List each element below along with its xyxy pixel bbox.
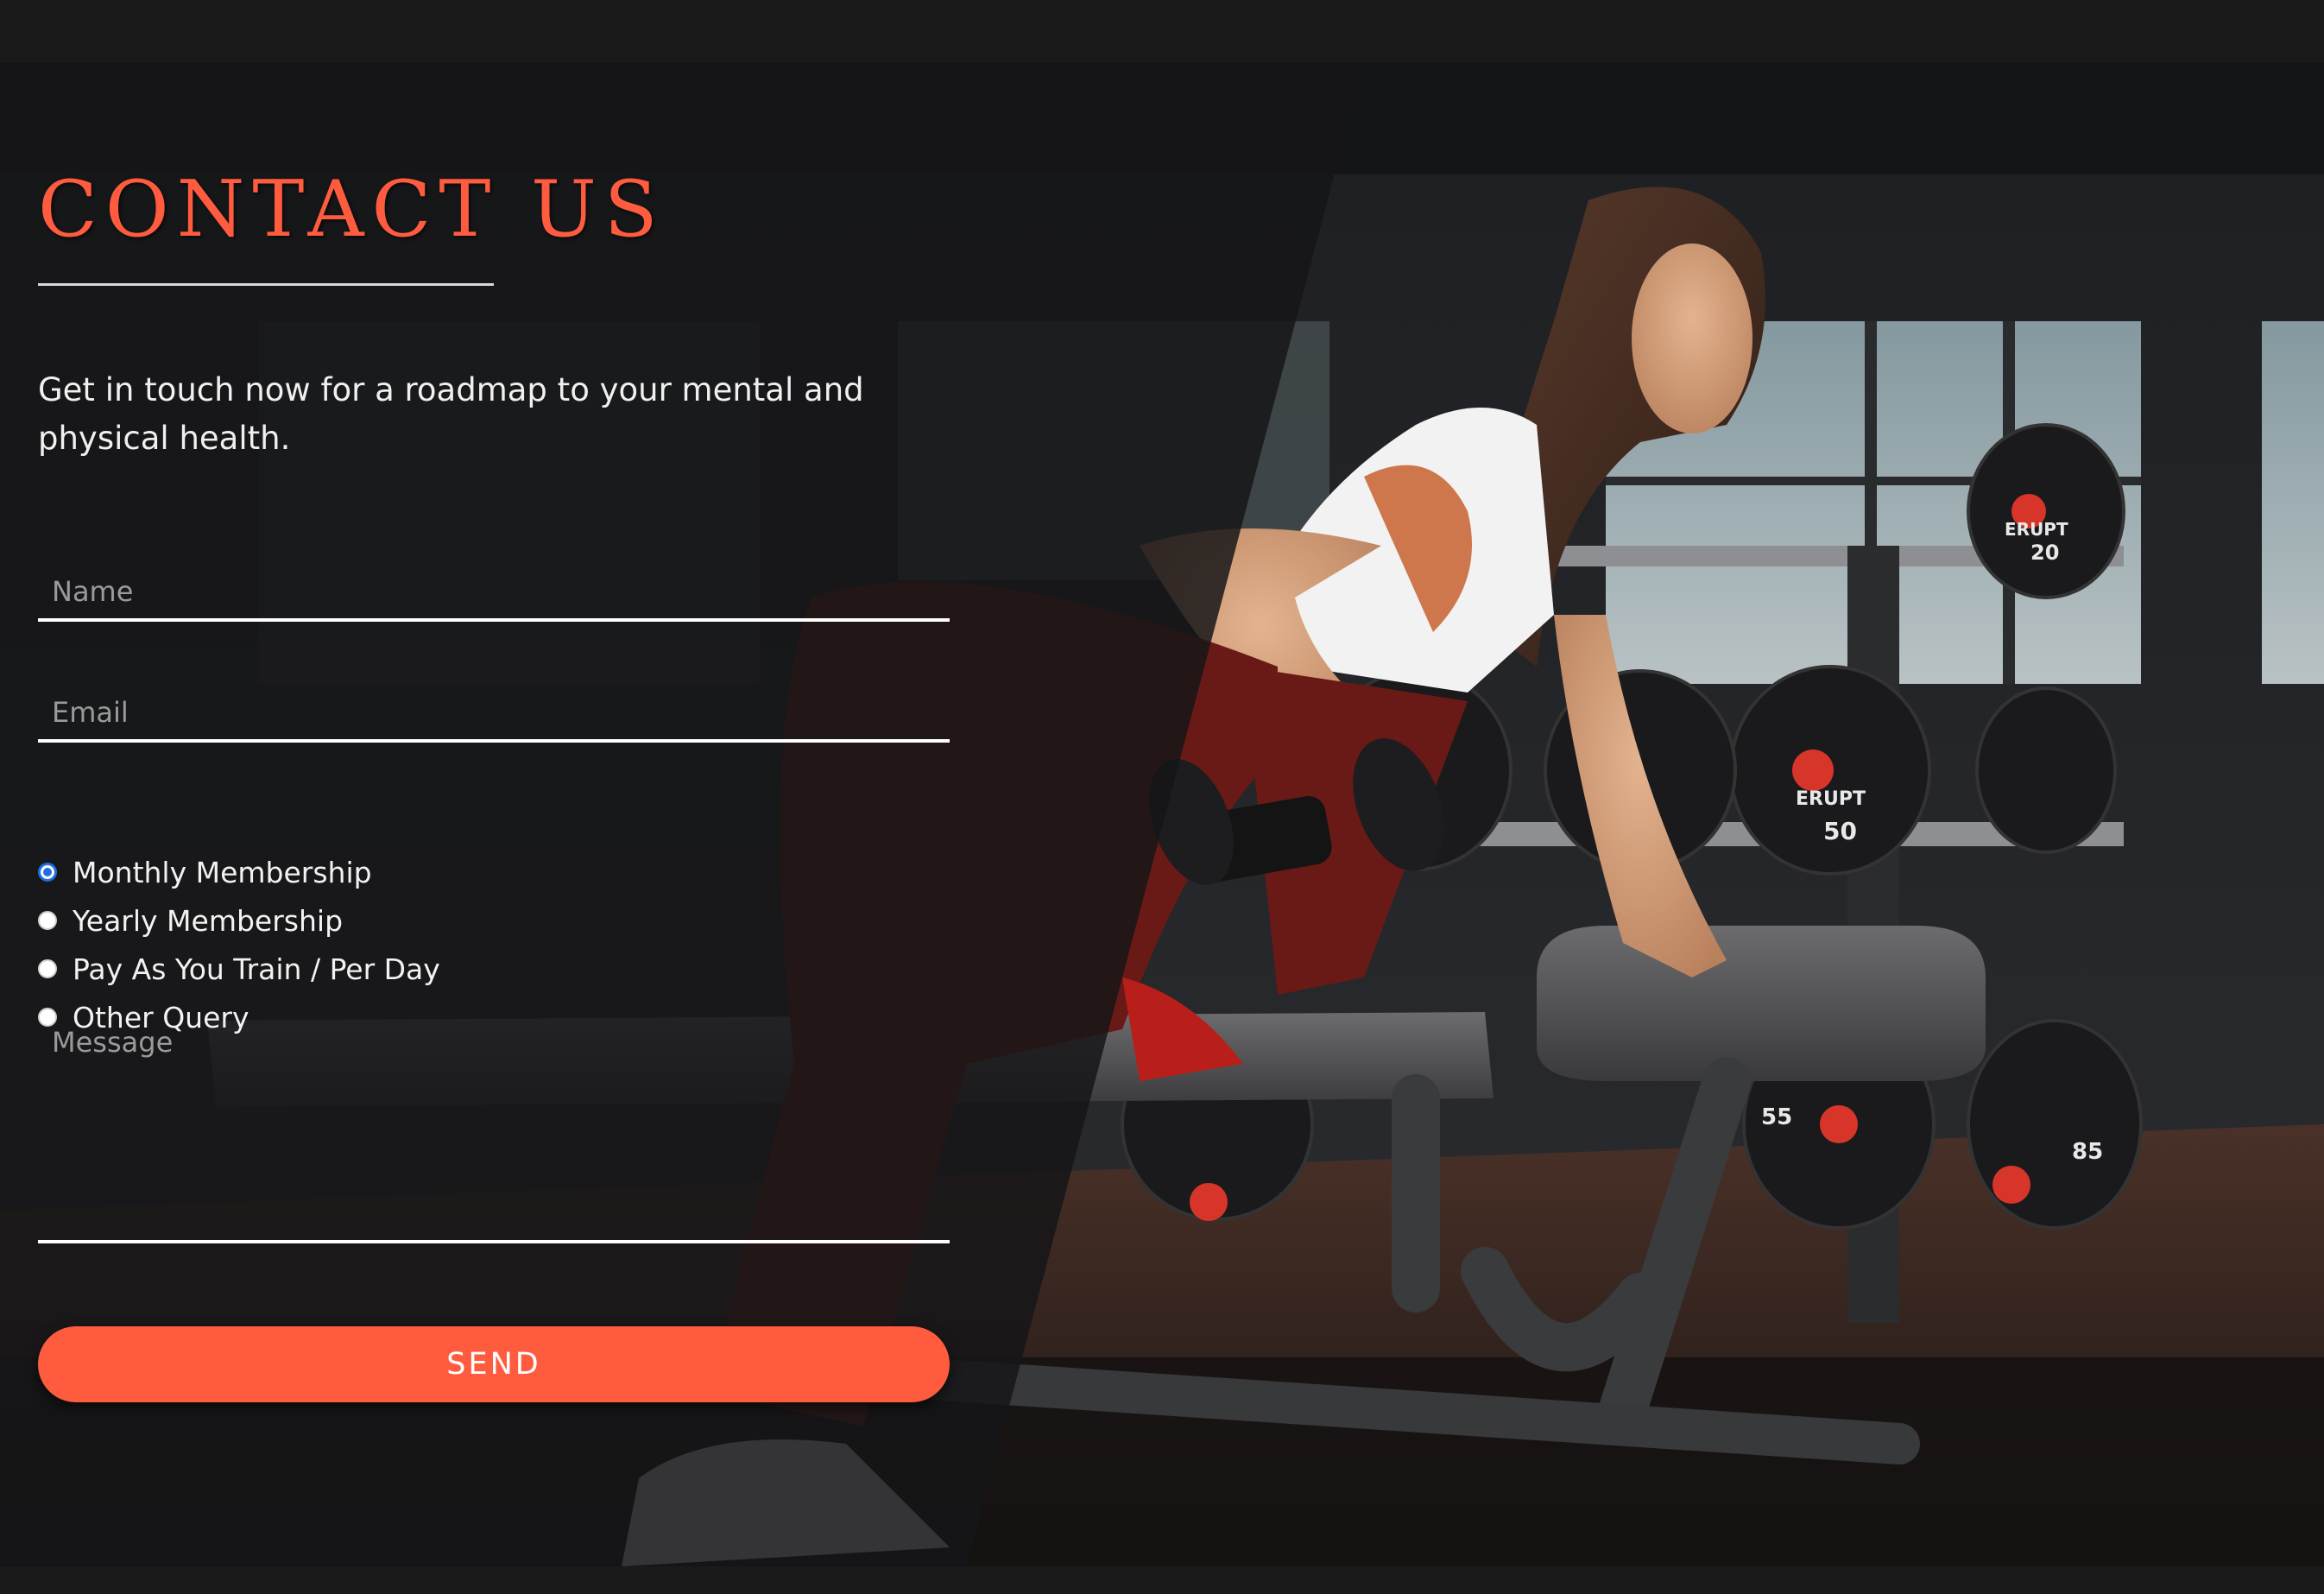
radio-yearly-membership[interactable]: Yearly Membership <box>38 896 440 945</box>
email-field <box>38 689 950 743</box>
radio-selected-icon[interactable] <box>38 863 57 882</box>
message-textarea[interactable] <box>38 1019 950 1237</box>
page-title: CONTACT US <box>38 164 666 255</box>
svg-text:50: 50 <box>1823 817 1857 845</box>
send-button[interactable]: SEND <box>38 1326 950 1402</box>
name-input[interactable] <box>38 568 950 615</box>
top-bar <box>0 0 2324 62</box>
message-field <box>38 1019 950 1243</box>
svg-text:20: 20 <box>2030 541 2059 565</box>
radio-label: Yearly Membership <box>73 903 344 938</box>
radio-unselected-icon[interactable] <box>38 911 57 930</box>
title-underline <box>38 283 494 286</box>
radio-pay-as-you-train[interactable]: Pay As You Train / Per Day <box>38 945 440 993</box>
contact-page: ERUPT 20 ERUPT 50 55 85 CONTACT US Get i… <box>0 0 2324 1594</box>
radio-label: Pay As You Train / Per Day <box>73 952 440 986</box>
contact-form: CONTACT US Get in touch now for a roadma… <box>38 62 950 1566</box>
email-input[interactable] <box>38 689 950 736</box>
intro-text: Get in touch now for a roadmap to your m… <box>38 371 864 457</box>
membership-radio-group: Monthly Membership Yearly Membership Pay… <box>38 848 440 1041</box>
radio-label: Monthly Membership <box>73 855 372 889</box>
svg-text:ERUPT: ERUPT <box>1796 788 1866 810</box>
svg-text:55: 55 <box>1761 1104 1792 1130</box>
svg-text:85: 85 <box>2072 1139 2103 1165</box>
radio-monthly-membership[interactable]: Monthly Membership <box>38 848 440 896</box>
svg-text:ERUPT: ERUPT <box>2005 519 2068 540</box>
radio-unselected-icon[interactable] <box>38 959 57 978</box>
name-field <box>38 568 950 622</box>
bottom-bar <box>0 1566 2324 1594</box>
